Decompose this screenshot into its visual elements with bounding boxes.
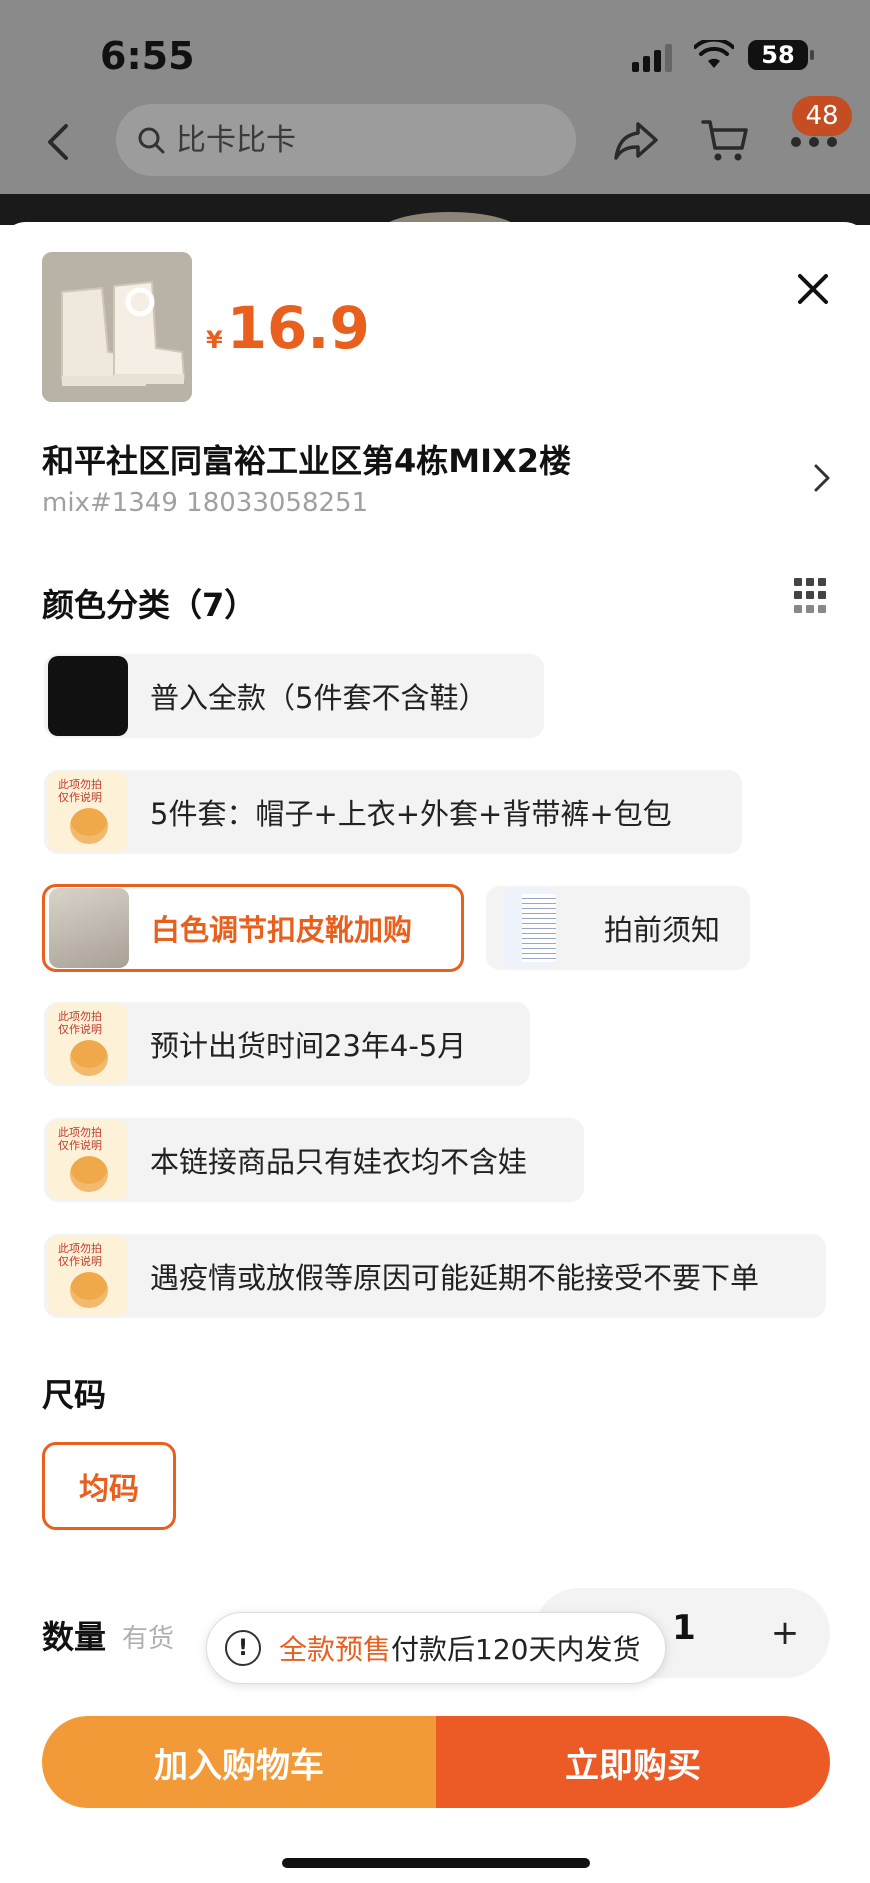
option-image	[48, 656, 128, 736]
action-buttons: 加入购物车 立即购买	[42, 1716, 830, 1808]
option-image	[48, 1120, 128, 1200]
color-section-title: 颜色分类（7）	[42, 586, 257, 624]
cart-icon[interactable]	[700, 116, 750, 164]
wifi-icon	[694, 40, 734, 68]
home-indicator[interactable]	[282, 1858, 590, 1868]
option-image	[504, 888, 556, 968]
close-icon[interactable]	[796, 272, 830, 306]
add-to-cart-button[interactable]: 加入购物车	[42, 1716, 436, 1808]
price: ¥ 16.9	[206, 294, 370, 362]
color-option[interactable]: 5件套：帽子+上衣+外套+背带裤+包包	[44, 770, 742, 854]
cart-count-badge: 48	[792, 96, 852, 136]
status-time: 6:55	[100, 34, 195, 78]
toast-highlight: 全款预售	[279, 1633, 392, 1666]
sku-sheet: ¥ 16.9 和平社区同富裕工业区第4栋MIX2楼 mix#1349 18033…	[0, 222, 870, 1883]
toast-text: 付款后120天内发货	[391, 1633, 641, 1666]
option-image	[48, 1236, 128, 1316]
quantity-label: 数量	[42, 1618, 107, 1656]
option-label: 预计出货时间23年4-5月	[150, 1029, 467, 1063]
search-bar[interactable]	[116, 104, 576, 176]
option-label: 本链接商品只有娃衣均不含娃	[150, 1145, 528, 1179]
increment-button[interactable]: +	[740, 1588, 830, 1678]
background-overlay[interactable]: 6:55 58 比卡比卡 48	[0, 0, 870, 225]
product-photo-peek	[0, 194, 870, 225]
battery-icon: 58	[748, 40, 814, 70]
product-thumbnail[interactable]	[42, 252, 192, 402]
grid-view-icon[interactable]	[794, 578, 830, 614]
size-option-selected[interactable]: 均码	[42, 1442, 176, 1530]
chevron-right-icon[interactable]	[812, 462, 832, 494]
buy-now-button[interactable]: 立即购买	[436, 1716, 830, 1808]
option-image	[49, 888, 129, 968]
price-value: 16.9	[226, 294, 370, 362]
search-icon	[138, 127, 165, 154]
color-option-selected[interactable]: 白色调节扣皮靴加购	[42, 884, 464, 972]
signal-icon	[632, 44, 672, 72]
search-input[interactable]	[176, 122, 536, 158]
option-label: 普入全款（5件套不含鞋）	[150, 681, 488, 715]
option-image	[48, 1004, 128, 1084]
address-subtitle: mix#1349 18033058251	[42, 488, 369, 518]
address-title[interactable]: 和平社区同富裕工业区第4栋MIX2楼	[42, 436, 571, 482]
option-label: 拍前须知	[604, 913, 721, 947]
more-icon[interactable]	[790, 136, 838, 148]
price-currency: ¥	[206, 326, 223, 354]
stock-status: 有货	[122, 1624, 175, 1654]
size-section-title: 尺码	[42, 1376, 107, 1414]
color-option[interactable]: 预计出货时间23年4-5月	[44, 1002, 530, 1086]
color-option[interactable]: 本链接商品只有娃衣均不含娃	[44, 1118, 584, 1202]
status-bar: 6:55 58	[0, 0, 870, 110]
color-option[interactable]: 遇疫情或放假等原因可能延期不能接受不要下单	[44, 1234, 826, 1318]
option-label: 遇疫情或放假等原因可能延期不能接受不要下单	[150, 1261, 760, 1295]
option-image	[48, 772, 128, 852]
option-label: 白色调节扣皮靴加购	[151, 913, 413, 947]
alert-icon: !	[225, 1630, 261, 1666]
presale-toast: ! 全款预售 付款后120天内发货	[206, 1612, 666, 1684]
nav-bar: 48	[0, 96, 870, 180]
back-icon[interactable]	[38, 120, 78, 164]
share-icon[interactable]	[612, 118, 660, 162]
option-label: 5件套：帽子+上衣+外套+背带裤+包包	[150, 797, 672, 831]
boot-image	[42, 252, 192, 402]
color-option[interactable]: 拍前须知	[486, 886, 750, 970]
color-option[interactable]: 普入全款（5件套不含鞋）	[44, 654, 544, 738]
